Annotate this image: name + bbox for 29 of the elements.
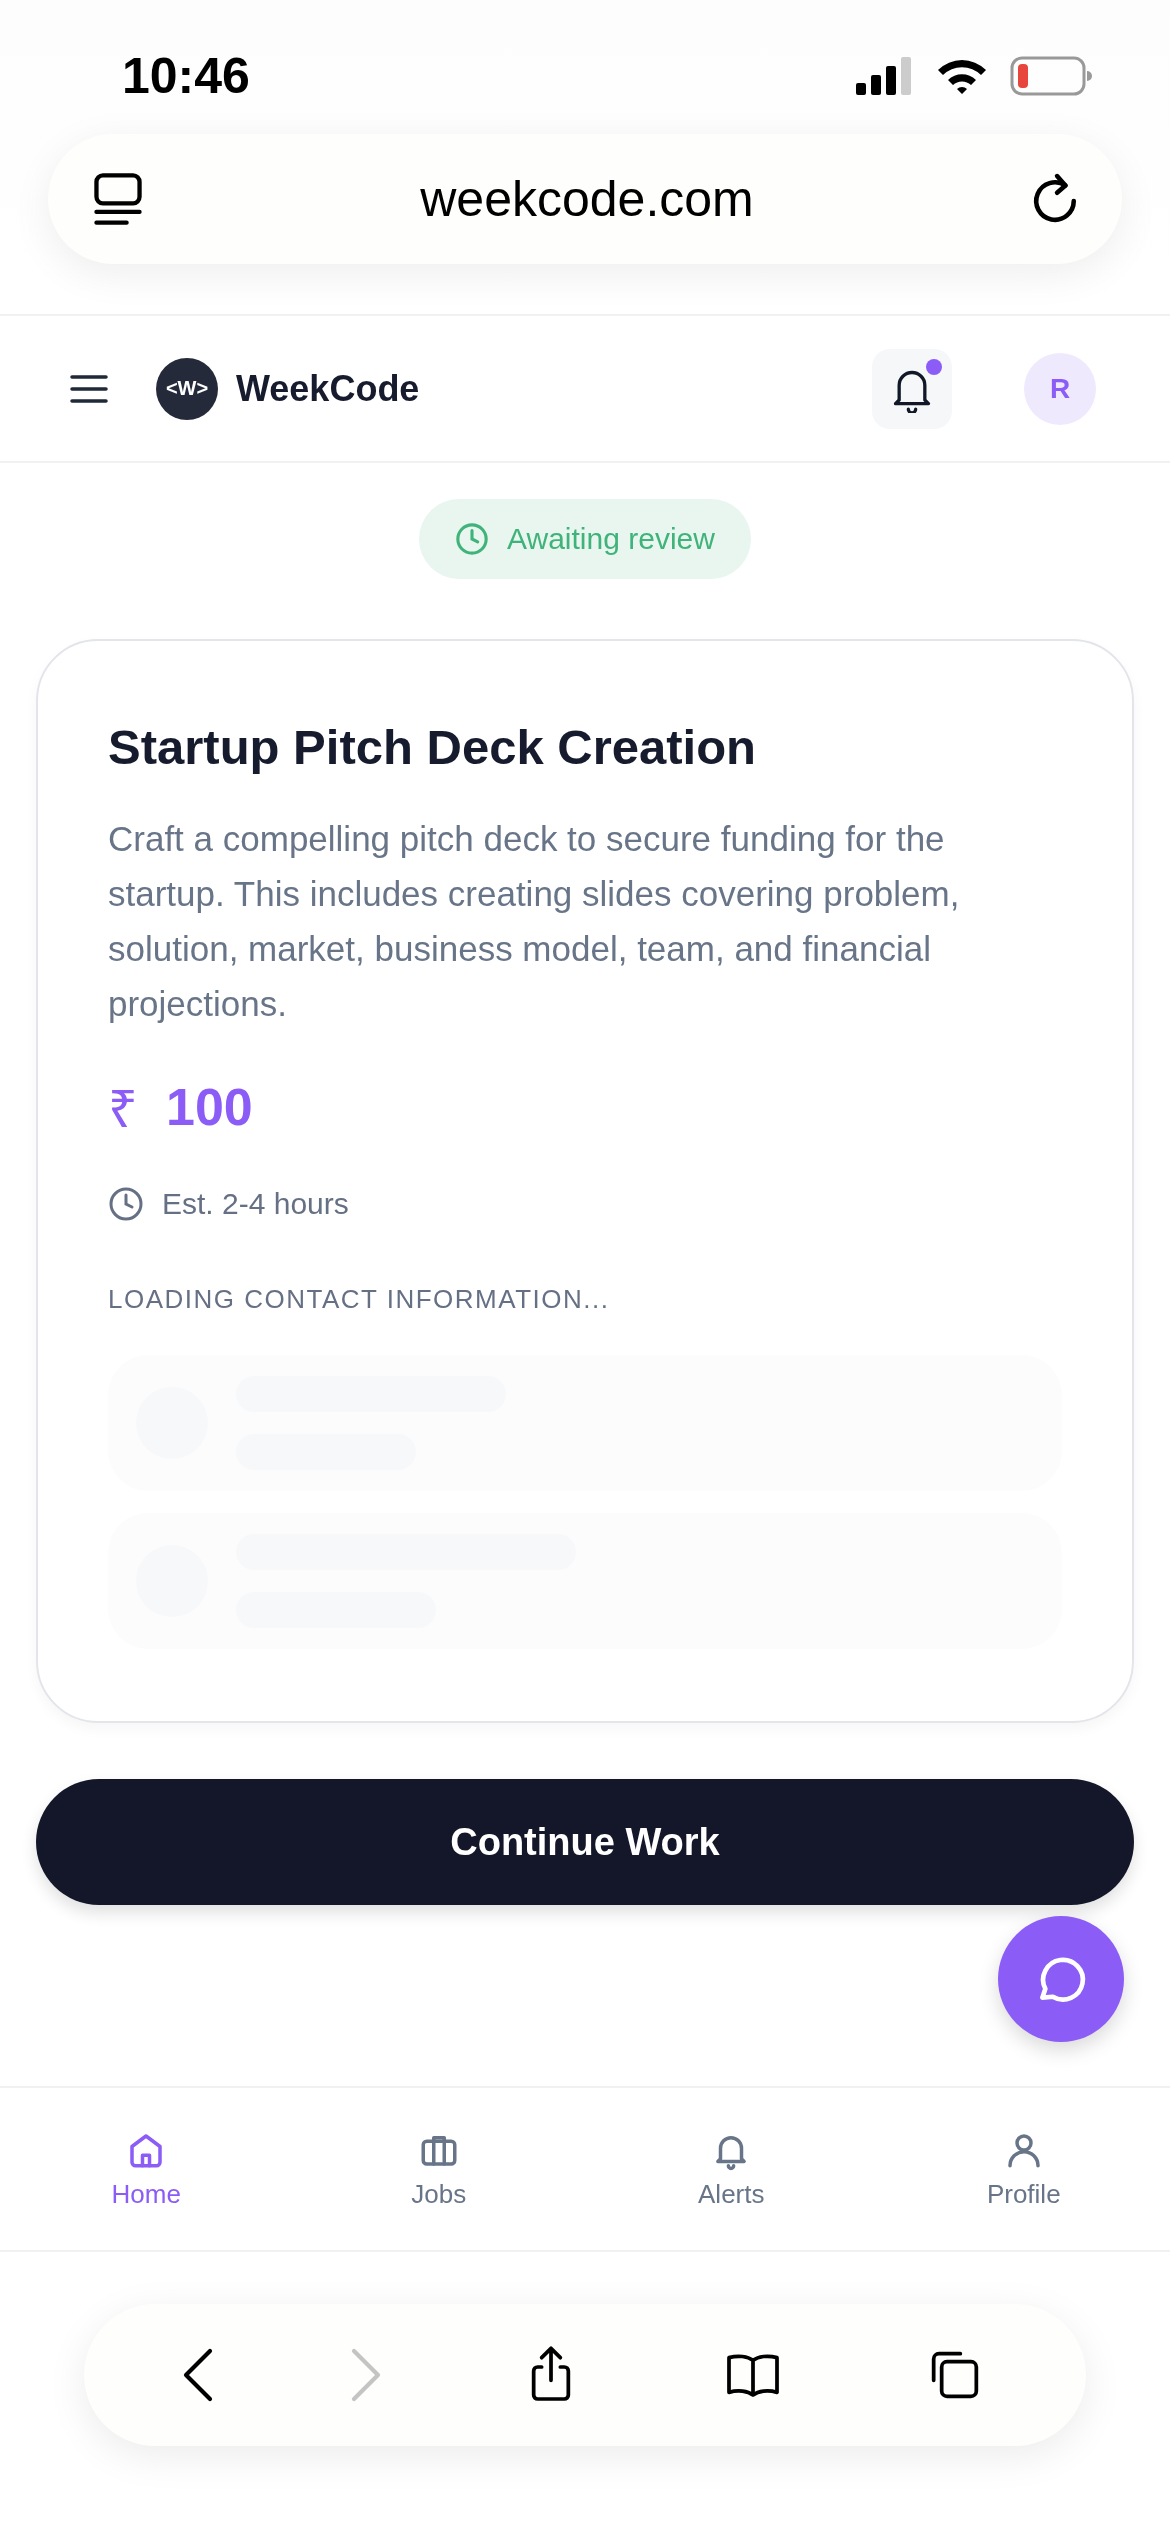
reader-icon[interactable] [92,171,144,227]
clock-icon [455,522,490,556]
nav-tab[interactable]: Alerts [585,2088,878,2250]
logo-mark: <W> [156,357,218,420]
battery-icon [1010,56,1092,96]
nav-tab[interactable]: Profile [877,2088,1170,2250]
address-bar[interactable]: weekcode.com [48,134,1122,264]
nav-tab[interactable]: Home [0,2088,293,2250]
url-text: weekcode.com [420,170,754,228]
notifications-button[interactable] [872,348,952,429]
menu-icon[interactable] [70,373,108,404]
brand-name: WeekCode [236,367,421,410]
forward-icon [351,2347,381,2403]
currency-symbol: ₹ [108,1079,138,1140]
toolbar-button[interactable] [183,2347,213,2403]
clock-icon [108,1186,144,1222]
nav-tab[interactable]: Jobs [292,2088,585,2250]
status-text: Awaiting review [507,522,715,556]
back-icon [183,2347,213,2403]
job-description: Craft a compelling pitch deck to secure funding for the startup. This includes creating slides covering problem, solution, market, business model, team, and financial projections. [108,818,961,1025]
section-label: LOADING CONTACT INFORMATION... [108,1284,611,1315]
price-amount: 100 [166,1076,253,1137]
continue-button[interactable]: Continue Work [36,1779,1134,1905]
avatar[interactable]: R [1024,352,1096,425]
job-title: Startup Pitch Deck Creation [108,719,758,775]
wifi-icon [936,57,988,95]
status-time: 10:46 [122,47,250,105]
time-estimate: Est. 2-4 hours [162,1187,349,1221]
signal-icon [856,57,914,95]
